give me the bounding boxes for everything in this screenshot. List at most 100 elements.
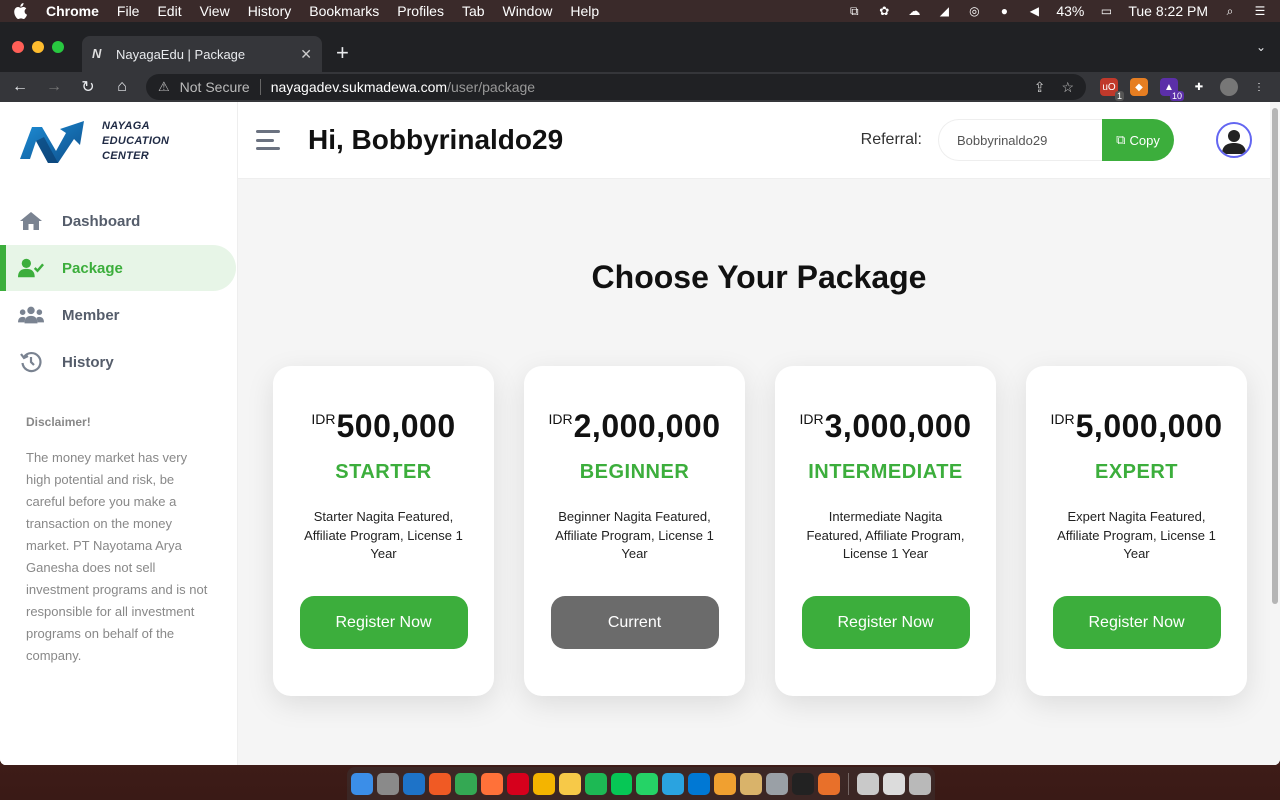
wizard-extension-icon[interactable]: ▲ 10 <box>1160 78 1184 101</box>
ublock-extension-icon[interactable]: uO 1 <box>1100 78 1124 101</box>
page-scrollbar[interactable] <box>1270 102 1280 765</box>
tab-search-chevron-icon[interactable]: ⌄ <box>1256 40 1266 54</box>
close-tab-icon[interactable]: ✕ <box>300 46 312 63</box>
page-header: Hi, Bobbyrinaldo29 Referral: ⧉ Copy <box>238 102 1270 179</box>
menu-history[interactable]: History <box>248 3 292 19</box>
menu-view[interactable]: View <box>200 3 230 19</box>
volume-icon[interactable]: ◀ <box>1026 4 1042 18</box>
scrollbar-thumb[interactable] <box>1272 108 1278 604</box>
price-currency: IDR <box>548 411 573 427</box>
brave-dock-icon[interactable] <box>428 772 451 795</box>
close-window-button[interactable] <box>12 41 24 53</box>
url-text[interactable]: nayagadev.sukmadewa.com/user/package <box>271 79 535 95</box>
address-bar[interactable]: ⚠ Not Secure nayagadev.sukmadewa.com/use… <box>146 74 1086 100</box>
menu-tab[interactable]: Tab <box>462 3 485 19</box>
photos-dock-icon[interactable] <box>532 772 555 795</box>
minimize-window-button[interactable] <box>32 41 44 53</box>
more-menu-icon[interactable]: ⋮ <box>1250 78 1268 96</box>
launchpad-dock-icon[interactable] <box>376 772 399 795</box>
sidebar-item-member[interactable]: Member <box>0 292 237 338</box>
package-description: Expert Nagita Featured, Affiliate Progra… <box>1057 509 1216 561</box>
copy-button[interactable]: ⧉ Copy <box>1102 119 1174 161</box>
menu-bookmarks[interactable]: Bookmarks <box>309 3 379 19</box>
sidebar-item-package[interactable]: Package <box>0 245 236 291</box>
screen-icon[interactable]: ⧉ <box>846 4 862 18</box>
menu-window[interactable]: Window <box>503 3 553 19</box>
not-secure-label[interactable]: Not Secure <box>180 79 250 95</box>
sublime-dock-icon[interactable] <box>818 772 841 795</box>
signal-icon[interactable]: ◢ <box>936 4 952 18</box>
fullscreen-window-button[interactable] <box>52 41 64 53</box>
package-tier: EXPERT <box>1094 461 1179 483</box>
referral-input[interactable] <box>938 119 1102 161</box>
new-tab-button[interactable]: + <box>336 40 349 66</box>
battery-icon[interactable]: ▭ <box>1098 4 1114 18</box>
spotify-dock-icon[interactable] <box>584 772 607 795</box>
telegram-dock-icon[interactable] <box>662 772 685 795</box>
package-tier: INTERMEDIATE <box>808 461 963 483</box>
app-dock-icon[interactable] <box>714 772 737 795</box>
trash-dock-icon[interactable] <box>909 772 931 795</box>
documents-dock-icon[interactable] <box>883 772 906 795</box>
profile-avatar-icon[interactable] <box>1220 78 1238 96</box>
menu-profiles[interactable]: Profiles <box>397 3 444 19</box>
system-preferences-dock-icon[interactable] <box>766 772 789 795</box>
chrome-dock-icon[interactable] <box>454 772 477 795</box>
forward-arrow-icon[interactable]: → <box>44 78 64 96</box>
home-button-icon[interactable]: ⌂ <box>112 78 132 96</box>
sidebar-item-history[interactable]: History <box>0 339 237 385</box>
extensions-area: uO 1 ◆ ▲ 10 ✚ ⋮ <box>1100 78 1268 101</box>
whatsapp-dock-icon[interactable] <box>636 772 659 795</box>
price-currency: IDR <box>799 411 824 427</box>
browser-window: N NayagaEdu | Package ✕ + ⌄ ← → ↻ ⌂ ⚠ No… <box>0 22 1280 765</box>
register-now-button[interactable]: Register Now <box>299 596 468 649</box>
downloads-dock-icon[interactable] <box>857 772 880 795</box>
active-tab[interactable]: N NayagaEdu | Package ✕ <box>82 36 322 72</box>
notes-dock-icon[interactable] <box>558 772 581 795</box>
menu-edit[interactable]: Edit <box>157 3 181 19</box>
warning-icon[interactable]: ⚠ <box>158 79 170 95</box>
disclaimer-title: Disclaimer! <box>26 415 91 429</box>
window-controls <box>12 41 64 53</box>
price-currency: IDR <box>1050 411 1075 427</box>
cloud-icon[interactable]: ☁ <box>906 4 922 18</box>
vscode-dock-icon[interactable] <box>688 772 711 795</box>
puzzle-extensions-icon[interactable]: ✚ <box>1190 78 1208 96</box>
register-now-button[interactable]: Register Now <box>1052 596 1221 649</box>
cc-icon[interactable]: ◎ <box>966 4 982 18</box>
spotlight-icon[interactable]: ⌕ <box>1222 4 1238 18</box>
notification-icon[interactable]: ● <box>996 4 1012 18</box>
back-arrow-icon[interactable]: ← <box>10 78 30 96</box>
sidebar-item-dashboard[interactable]: Dashboard <box>0 198 237 244</box>
hamburger-menu-icon[interactable] <box>256 130 282 150</box>
package-card-starter: IDR 500,000 STARTER Starter Nagita Featu… <box>273 366 494 696</box>
control-center-icon[interactable]: ☰ <box>1252 4 1268 18</box>
brand-logo[interactable]: NAYAGA EDUCATION CENTER <box>0 102 237 180</box>
register-now-button[interactable]: Register Now <box>801 596 970 649</box>
opera-dock-icon[interactable] <box>506 772 529 795</box>
user-check-icon <box>18 257 44 279</box>
package-description: Starter Nagita Featured, Affiliate Progr… <box>304 509 463 561</box>
menu-help[interactable]: Help <box>570 3 599 19</box>
tab-bar: N NayagaEdu | Package ✕ + ⌄ <box>0 22 1280 72</box>
site-favicon-icon: N <box>92 46 102 61</box>
metamask-extension-icon[interactable]: ◆ <box>1130 78 1148 96</box>
outlook-dock-icon[interactable] <box>402 772 425 795</box>
reload-icon[interactable]: ↻ <box>78 77 98 97</box>
share-icon[interactable]: ⇪ <box>1034 79 1046 96</box>
database-dock-icon[interactable] <box>740 772 763 795</box>
bookmark-star-icon[interactable]: ☆ <box>1061 79 1074 96</box>
menu-app-name[interactable]: Chrome <box>46 3 99 19</box>
firefox-dock-icon[interactable] <box>480 772 503 795</box>
apple-icon[interactable] <box>12 3 28 19</box>
current-package-button[interactable]: Current <box>550 596 719 649</box>
app-status-icon[interactable]: ✿ <box>876 4 892 18</box>
user-avatar[interactable] <box>1216 122 1252 158</box>
clock[interactable]: Tue 8:22 PM <box>1128 3 1208 19</box>
sidebar-item-label: Member <box>62 306 120 324</box>
finder-dock-icon[interactable] <box>351 772 373 795</box>
package-price: IDR 2,000,000 <box>549 408 721 445</box>
terminal-dock-icon[interactable] <box>792 772 815 795</box>
line-dock-icon[interactable] <box>610 772 633 795</box>
menu-file[interactable]: File <box>117 3 140 19</box>
